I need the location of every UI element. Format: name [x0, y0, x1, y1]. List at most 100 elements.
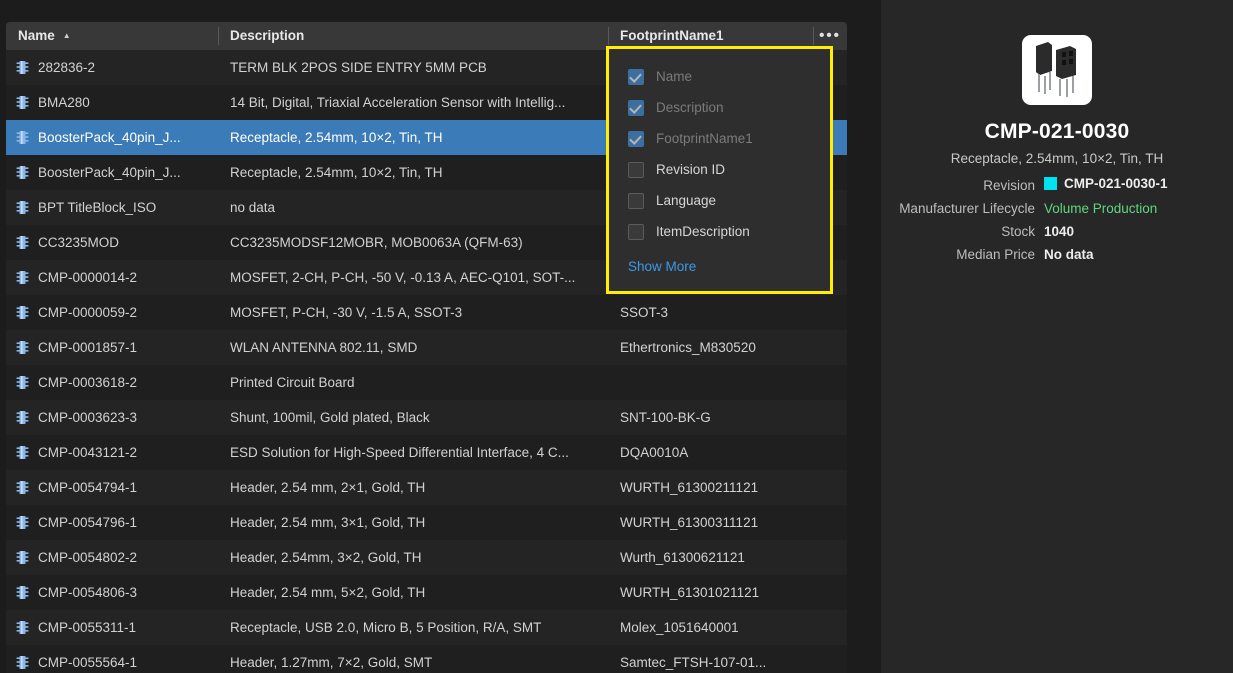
cell-description: Shunt, 100mil, Gold plated, Black — [230, 410, 430, 425]
cell-footprint: WURTH_61301021121 — [620, 585, 760, 600]
table-row[interactable]: CMP-0054794-1 Header, 2.54 mm, 2×1, Gold,… — [6, 470, 847, 505]
cell-name-text: BoosterPack_40pin_J... — [38, 130, 181, 145]
column-chooser-option[interactable]: ItemDescription — [609, 216, 830, 247]
cell-footprint: Wurth_61300621121 — [620, 550, 745, 565]
column-chooser-option-label: Revision ID — [656, 162, 726, 177]
column-chooser-dropdown[interactable]: Name Description FootprintName1 Revision ID… — [606, 46, 833, 294]
cell-name: CMP-0054796-1 — [6, 515, 218, 530]
column-chooser-option[interactable]: Language — [609, 185, 830, 216]
summary-field-value-text: CMP-021-0030-1 — [1064, 176, 1168, 191]
cell-description: ESD Solution for High-Speed Differential… — [230, 445, 569, 460]
integrated-circuit-icon — [16, 551, 29, 564]
summary-field-value-text: No data — [1044, 247, 1094, 262]
integrated-circuit-icon — [16, 166, 29, 179]
table-row[interactable]: CMP-0055564-1 Header, 1.27mm, 7×2, Gold, … — [6, 645, 847, 673]
cell-footprint: SSOT-3 — [620, 305, 669, 320]
cell-name-text: CMP-0003618-2 — [38, 375, 138, 390]
checkbox-unchecked-icon[interactable] — [628, 161, 644, 178]
connector-header-preview-image[interactable] — [1022, 35, 1092, 105]
table-row[interactable]: CMP-0043121-2 ESD Solution for High-Speed… — [6, 435, 847, 470]
cell-description: Receptacle, 2.54mm, 10×2, Tin, TH — [230, 165, 443, 180]
cell-name-text: CMP-0054794-1 — [38, 480, 138, 495]
cell-description: Receptacle, 2.54mm, 10×2, Tin, TH — [230, 130, 443, 145]
cell-name: CMP-0055311-1 — [6, 620, 218, 635]
table-row[interactable]: CMP-0003623-3 Shunt, 100mil, Gold plated,… — [6, 400, 847, 435]
summary-field: Manufacturer Lifecycle Volume Production — [881, 201, 1215, 216]
revision-color-swatch — [1044, 177, 1057, 190]
column-chooser-show-more[interactable]: Show More — [609, 258, 830, 276]
cell-name-text: CMP-0001857-1 — [38, 340, 138, 355]
checkbox-checked-icon[interactable] — [628, 68, 644, 85]
column-header-description[interactable]: Description — [218, 22, 608, 50]
cell-name: BPT TitleBlock_ISO — [6, 200, 218, 215]
column-chooser-option[interactable]: FootprintName1 — [609, 123, 830, 154]
column-chooser-option[interactable]: Name — [609, 61, 830, 92]
summary-field-value-text: Volume Production — [1044, 201, 1158, 216]
cell-footprint: Molex_1051640001 — [620, 620, 739, 635]
ellipsis-icon: ••• — [819, 27, 841, 44]
integrated-circuit-icon — [16, 271, 29, 284]
column-chooser-option[interactable]: Revision ID — [609, 154, 830, 185]
cell-name-text: BMA280 — [38, 95, 90, 110]
integrated-circuit-icon — [16, 586, 29, 599]
checkbox-unchecked-icon[interactable] — [628, 192, 644, 209]
cell-footprint: SNT-100-BK-G — [620, 410, 711, 425]
cell-description: Printed Circuit Board — [230, 375, 355, 390]
table-row[interactable]: CMP-0054796-1 Header, 2.54 mm, 3×1, Gold,… — [6, 505, 847, 540]
cell-name: CMP-0054794-1 — [6, 480, 218, 495]
summary-field-label: Stock — [1001, 224, 1035, 239]
cell-description: WLAN ANTENNA 802.11, SMD — [230, 340, 418, 355]
cell-name: 282836-2 — [6, 60, 218, 75]
column-chooser-option-label: Name — [656, 69, 693, 84]
checkbox-checked-icon[interactable] — [628, 99, 644, 116]
summary-field-value: Volume Production — [1044, 201, 1157, 216]
table-row[interactable]: CMP-0054806-3 Header, 2.54 mm, 5×2, Gold,… — [6, 575, 847, 610]
cell-footprint: Ethertronics_M830520 — [620, 340, 756, 355]
integrated-circuit-icon — [16, 306, 29, 319]
cell-description: Header, 2.54 mm, 5×2, Gold, TH — [230, 585, 426, 600]
column-header-name[interactable]: Name ▲ — [6, 22, 218, 50]
cell-name: CMP-0043121-2 — [6, 445, 218, 460]
summary-field-label: Revision — [983, 178, 1035, 193]
component-summary-fields: Revision CMP-021-0030-1 Manufacturer Lifec… — [881, 176, 1233, 262]
summary-field-value: 1040 — [1044, 224, 1074, 239]
cell-name: CMP-0055564-1 — [6, 655, 218, 670]
cell-name: CMP-0054802-2 — [6, 550, 218, 565]
column-chooser-option[interactable]: Description — [609, 92, 830, 123]
table-row[interactable]: CMP-0003618-2 Printed Circuit Board — [6, 365, 847, 400]
cell-name-text: CMP-0054802-2 — [38, 550, 138, 565]
table-row[interactable]: CMP-0000059-2 MOSFET, P-CH, -30 V, -1.5 A… — [6, 295, 847, 330]
integrated-circuit-icon — [16, 621, 29, 634]
cell-name: BMA280 — [6, 95, 218, 110]
integrated-circuit-icon — [16, 411, 29, 424]
summary-field: Revision CMP-021-0030-1 — [881, 176, 1215, 193]
cell-name-text: 282836-2 — [38, 60, 96, 75]
column-chooser-show-more-label: Show More — [628, 259, 697, 274]
integrated-circuit-icon — [16, 446, 29, 459]
cell-footprint: DQA0010A — [620, 445, 689, 460]
table-row[interactable]: CMP-0055311-1 Receptacle, USB 2.0, Micro … — [6, 610, 847, 645]
checkbox-unchecked-icon[interactable] — [628, 223, 644, 240]
cell-description: Header, 2.54mm, 3×2, Gold, TH — [230, 550, 422, 565]
cell-name-text: CMP-0000014-2 — [38, 270, 138, 285]
component-subtitle: Receptacle, 2.54mm, 10×2, Tin, TH — [950, 151, 1164, 166]
cell-name: CC3235MOD — [6, 235, 218, 250]
cell-footprint: WURTH_61300311121 — [620, 515, 759, 530]
column-chooser-option-label: FootprintName1 — [656, 131, 753, 146]
cell-name: BoosterPack_40pin_J... — [6, 130, 218, 145]
column-chooser-option-label: Description — [656, 100, 724, 115]
integrated-circuit-icon — [16, 201, 29, 214]
component-preview-wrap — [881, 0, 1233, 105]
checkbox-checked-icon[interactable] — [628, 130, 644, 147]
column-header-description-label: Description — [230, 28, 305, 43]
integrated-circuit-icon — [16, 656, 29, 669]
table-row[interactable]: CMP-0001857-1 WLAN ANTENNA 802.11, SMD Eth… — [6, 330, 847, 365]
cell-name-text: BoosterPack_40pin_J... — [38, 165, 181, 180]
table-row[interactable]: CMP-0054802-2 Header, 2.54mm, 3×2, Gold, … — [6, 540, 847, 575]
cell-name: CMP-0000014-2 — [6, 270, 218, 285]
cell-name: CMP-0001857-1 — [6, 340, 218, 355]
cell-description: no data — [230, 200, 276, 215]
column-header-name-label: Name — [18, 28, 55, 43]
summary-field-label: Manufacturer Lifecycle — [899, 201, 1035, 216]
cell-name: CMP-0003623-3 — [6, 410, 218, 425]
